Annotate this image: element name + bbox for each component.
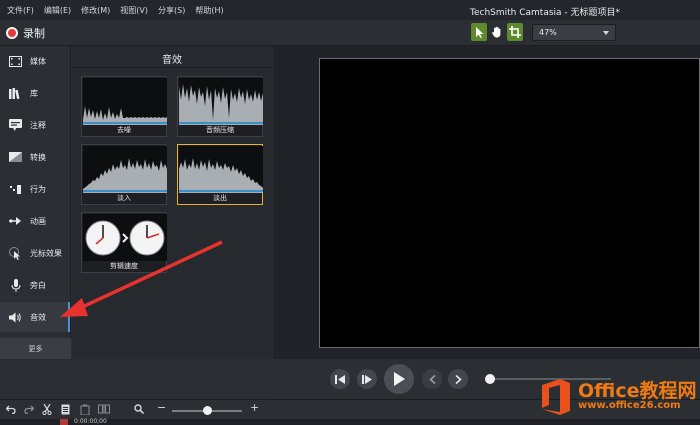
zoom-out-button[interactable]: − — [157, 401, 166, 414]
panel-title: 音效 — [72, 46, 272, 68]
timecode: 0:00:00;00 — [74, 418, 107, 425]
scrub-handle[interactable] — [485, 374, 495, 384]
microphone-icon — [9, 278, 22, 292]
tab-label: 库 — [30, 88, 38, 98]
zoom-in-button[interactable]: + — [250, 401, 259, 414]
waveform-thumbnail — [83, 146, 167, 193]
timeline-ruler: 0:00:00;00 — [0, 418, 700, 425]
tab-label: 注释 — [30, 120, 46, 130]
play-icon — [394, 372, 405, 386]
effect-audio-compression[interactable]: 音频压缩 — [177, 76, 263, 137]
play-button[interactable] — [384, 364, 414, 394]
record-label: 录制 — [23, 27, 45, 40]
cursor-icon — [9, 246, 22, 260]
timeline-zoom-handle[interactable] — [203, 406, 212, 415]
paste-icon[interactable] — [80, 404, 90, 418]
step-back-button[interactable] — [330, 369, 350, 389]
film-icon — [9, 55, 22, 68]
tab-cursor-effects[interactable]: 光标效果 — [0, 238, 70, 268]
tab-label: 转换 — [30, 152, 46, 162]
effect-caption: 音频压缩 — [206, 126, 234, 134]
transition-icon — [9, 151, 22, 164]
crop-icon — [509, 26, 521, 38]
canvas-area — [273, 46, 700, 359]
effect-caption: 去噪 — [117, 126, 131, 134]
waveform-thumbnail — [179, 146, 263, 193]
callout-icon — [9, 119, 22, 132]
watermark: Office教程网 www.office26.com — [538, 372, 700, 418]
undo-icon[interactable] — [5, 404, 16, 417]
chevron-down-icon — [603, 31, 609, 35]
toolbar: 录制 47% — [0, 20, 700, 46]
waveform-thumbnail — [179, 78, 263, 125]
split-icon[interactable] — [98, 404, 110, 417]
tab-label: 动画 — [30, 216, 46, 226]
step-forward-button[interactable] — [357, 369, 377, 389]
pointer-icon — [475, 26, 483, 38]
effect-clip-speed[interactable]: 剪辑速度 — [81, 212, 167, 273]
audio-effects-panel: 音效 去噪 音频压缩 淡入 淡出 剪辑速度 — [72, 46, 272, 359]
behavior-icon — [9, 183, 22, 196]
more-button[interactable]: 更多 — [0, 338, 71, 359]
chevron-right-icon — [454, 374, 462, 384]
step-back-icon — [335, 374, 345, 384]
effect-caption: 剪辑速度 — [110, 262, 138, 270]
tab-annotations[interactable]: 注释 — [0, 110, 70, 140]
menu-modify[interactable]: 修改(M) — [81, 5, 110, 16]
effect-caption: 淡出 — [213, 194, 227, 202]
cut-icon[interactable] — [42, 403, 52, 418]
tab-media[interactable]: 媒体 — [0, 46, 70, 76]
tab-label: 光标效果 — [30, 248, 62, 258]
pointer-tool-button[interactable] — [471, 23, 487, 41]
library-icon — [9, 87, 22, 100]
office-logo-icon — [542, 379, 570, 415]
tool-tabs-sidebar: 媒体 库 注释 转换 行为 动画 光标效果 旁白 音效 更多 — [0, 46, 71, 359]
menu-edit[interactable]: 编辑(E) — [44, 5, 71, 16]
effect-fade-out[interactable]: 淡出 — [177, 144, 263, 205]
tab-label: 音效 — [30, 312, 46, 322]
menu-bar: 文件(F) 编辑(E) 修改(M) 视图(V) 分享(S) 帮助(H) Tech… — [0, 0, 700, 20]
window-title: TechSmith Camtasia - 无标题项目* — [470, 8, 621, 18]
menu-view[interactable]: 视图(V) — [120, 5, 148, 16]
zoom-select[interactable]: 47% — [532, 24, 616, 41]
crop-tool-button[interactable] — [507, 23, 523, 41]
effect-noise-removal[interactable]: 去噪 — [81, 76, 167, 137]
tab-audio-effects[interactable]: 音效 — [0, 302, 70, 332]
copy-icon[interactable] — [61, 404, 71, 418]
magnifier-icon — [134, 404, 145, 417]
redo-icon[interactable] — [24, 404, 35, 417]
tab-label: 行为 — [30, 184, 46, 194]
pan-tool-button[interactable] — [489, 23, 505, 41]
previous-marker-button[interactable] — [422, 369, 442, 389]
menu-help[interactable]: 帮助(H) — [195, 5, 223, 16]
playhead-marker[interactable] — [60, 419, 68, 425]
record-icon — [6, 27, 18, 39]
tab-label: 旁白 — [30, 280, 46, 290]
menu-share[interactable]: 分享(S) — [158, 5, 185, 16]
tab-animations[interactable]: 动画 — [0, 206, 70, 236]
tab-voice-narration[interactable]: 旁白 — [0, 270, 70, 300]
watermark-url: www.office26.com — [578, 400, 681, 411]
effect-fade-in[interactable]: 淡入 — [81, 144, 167, 205]
record-button[interactable]: 录制 — [6, 25, 45, 41]
tab-behaviors[interactable]: 行为 — [0, 174, 70, 204]
step-forward-icon — [362, 374, 372, 384]
tab-library[interactable]: 库 — [0, 78, 70, 108]
zoom-value: 47% — [539, 28, 557, 37]
next-marker-button[interactable] — [448, 369, 468, 389]
chevron-left-icon — [428, 374, 436, 384]
preview-canvas[interactable] — [319, 58, 700, 348]
animation-icon — [9, 215, 22, 228]
waveform-thumbnail — [83, 78, 167, 125]
clock-thumbnail — [83, 214, 167, 261]
watermark-title: Office教程网 — [578, 380, 697, 402]
effect-caption: 淡入 — [117, 194, 131, 202]
tab-transitions[interactable]: 转换 — [0, 142, 70, 172]
menu-file[interactable]: 文件(F) — [7, 5, 34, 16]
speaker-icon — [9, 311, 22, 324]
hand-icon — [492, 26, 501, 38]
tab-label: 媒体 — [30, 56, 46, 66]
camtasia-window: 文件(F) 编辑(E) 修改(M) 视图(V) 分享(S) 帮助(H) Tech… — [0, 0, 700, 425]
